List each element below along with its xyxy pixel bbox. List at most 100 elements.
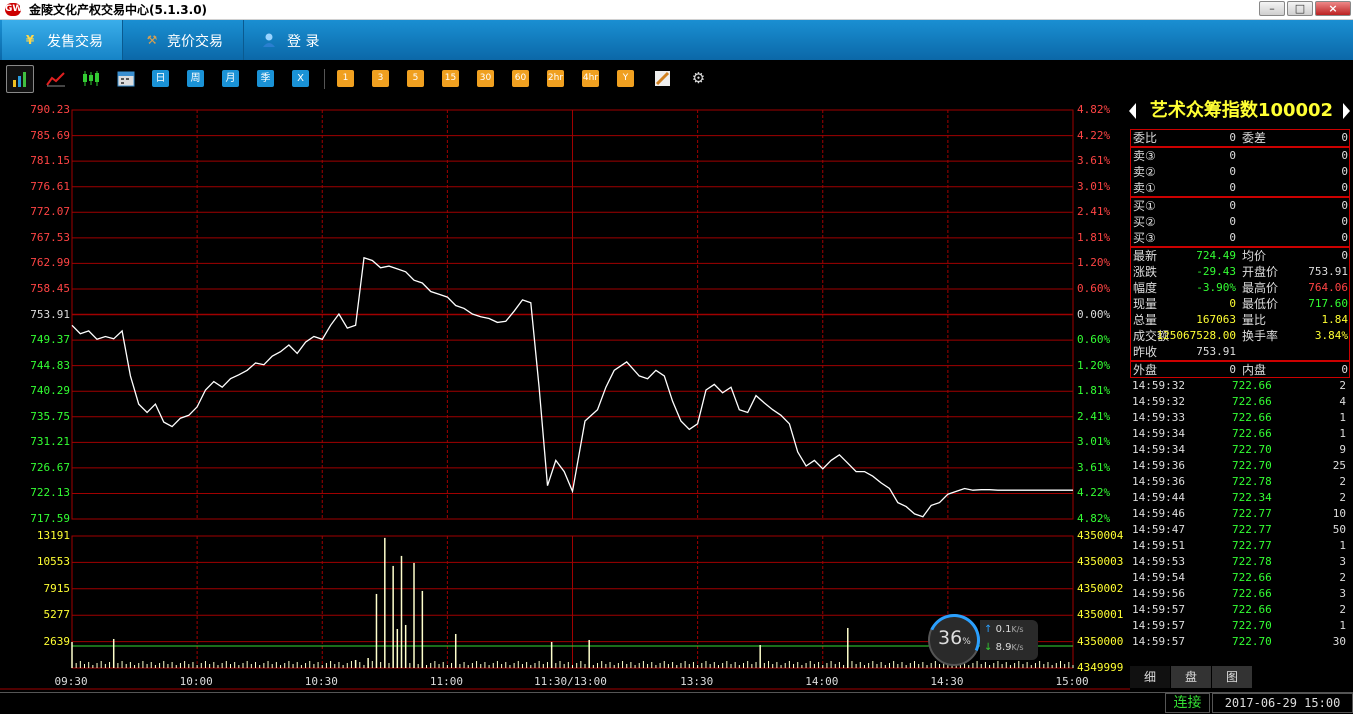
draw-pencil-icon[interactable] [654,70,671,87]
tick-volume: 50 [1332,523,1346,536]
download-rate: ↓ 8.9K/s [984,642,1024,653]
bid-row: 买① 0 0 [1131,198,1351,214]
network-speed-widget[interactable]: ↑ 0.1K/s ↓ 8.9K/s 36% [920,606,1048,674]
tick-row: 14:59:47 722.77 50 [1130,522,1350,538]
hour-2-button[interactable]: 2hr [547,70,564,87]
tick-price: 722.66 [1232,603,1272,616]
window-title: 金陵文化产权交易中心(5.1.3.0) [29,3,208,17]
up-arrow-icon: ↑ [984,624,993,635]
status-bar: 连接 2017-06-29 15:00 [0,692,1353,714]
stat-row: 现量 0 最低价 717.60 [1131,296,1351,312]
tick-volume: 30 [1332,635,1346,648]
gavel-icon: ⚒ [146,33,158,47]
tick-volume: 2 [1339,603,1346,616]
stat-label: 均价 [1242,249,1267,263]
tick-volume: 2 [1339,379,1346,392]
tick-price: 722.70 [1232,443,1272,456]
tick-price: 722.66 [1232,587,1272,600]
line-chart-icon[interactable] [46,70,66,87]
volume-tick-label: 5277 [43,608,71,622]
period-quarter-button[interactable]: 季 [257,70,274,87]
hour-4-button[interactable]: 4hr [582,70,599,87]
price-tick-label: 726.67 [30,460,70,474]
volume-right-tick-label: 4350000 [1077,634,1124,648]
price-frame [71,109,1074,520]
stat-value: 753.91 [1196,345,1236,358]
tick-row: 14:59:34 722.70 9 [1130,442,1350,458]
minute-5-button[interactable]: 5 [407,70,424,87]
tick-volume: 9 [1339,443,1346,456]
period-x-button[interactable]: X [292,70,309,87]
minute-3-button[interactable]: 3 [372,70,389,87]
maximize-button[interactable]: □ [1287,1,1313,16]
tab-login[interactable]: 登 录 [245,20,345,60]
tab-sale-trading[interactable]: ¥ 发售交易 [2,20,123,60]
tick-time: 14:59:57 [1132,619,1185,632]
tick-row: 14:59:51 722.77 1 [1130,538,1350,554]
percent-tick-label: 3.01% [1077,435,1111,449]
title-bar: GW 金陵文化产权交易中心(5.1.3.0) – □ × [0,0,1353,20]
tick-row: 14:59:32 722.66 4 [1130,394,1350,410]
price-tick-label: 781.15 [30,154,70,168]
tick-price: 722.34 [1232,491,1272,504]
tick-time: 14:59:44 [1132,491,1185,504]
tick-price: 722.70 [1232,459,1272,472]
stat-value: 0 [1341,249,1348,262]
tick-time: 14:59:36 [1132,459,1185,472]
stat-value: -29.43 [1196,265,1236,278]
candlestick-icon[interactable] [81,70,101,87]
volume-tick-label: 10553 [36,555,70,569]
bid-volume: 0 [1341,215,1348,228]
stat-label: 开盘价 [1242,265,1279,279]
tick-time: 14:59:33 [1132,411,1185,424]
tab-auction-trading[interactable]: ⚒ 竞价交易 [124,20,244,60]
price-tick-label: 717.59 [30,512,70,525]
price-tick-label: 758.45 [30,281,70,295]
tick-row: 14:59:57 722.70 30 [1130,634,1350,650]
ask-label: 卖③ [1133,149,1156,163]
tick-volume: 1 [1339,619,1346,632]
period-day-button[interactable]: 日 [152,70,169,87]
price-tick-label: 785.69 [30,128,70,142]
calendar-icon[interactable] [117,70,135,87]
price-tick-label: 762.99 [30,256,70,270]
minimize-button[interactable]: – [1259,1,1285,16]
tick-time: 14:59:36 [1132,475,1185,488]
wei-ratio-value: 0 [1229,131,1236,144]
tick-volume: 3 [1339,587,1346,600]
time-tick-label: 11:30/13:00 [534,675,607,688]
tick-price: 722.66 [1232,411,1272,424]
minute-60-button[interactable]: 60 [512,70,529,87]
period-month-button[interactable]: 月 [222,70,239,87]
tick-price: 722.78 [1232,555,1272,568]
tab-chart[interactable]: 图 [1212,666,1253,688]
stat-value: 125067528.00 [1156,329,1236,342]
ask-volume: 0 [1341,181,1348,194]
tab-book[interactable]: 盘 [1171,666,1212,688]
intraday-chart-icon[interactable] [6,65,34,93]
tick-time: 14:59:34 [1132,443,1185,456]
minute-15-button[interactable]: 15 [442,70,459,87]
tick-time: 14:59:46 [1132,507,1185,520]
tick-time: 14:59:34 [1132,427,1185,440]
tick-volume: 25 [1332,459,1346,472]
tab-label: 竞价交易 [167,34,223,50]
percent-tick-label: 4.82% [1077,103,1111,116]
settings-gear-icon[interactable]: ⚙ [690,70,707,87]
percent-tick-label: 3.01% [1077,179,1111,193]
percent-tick-label: 3.61% [1077,460,1111,474]
wei-diff-value: 0 [1341,131,1348,144]
year-button[interactable]: Y [617,70,634,87]
close-button[interactable]: × [1315,1,1351,16]
tick-price: 722.66 [1232,427,1272,440]
minute-30-button[interactable]: 30 [477,70,494,87]
tab-detail[interactable]: 细 [1130,666,1171,688]
period-week-button[interactable]: 周 [187,70,204,87]
next-symbol-arrow-icon[interactable] [1343,103,1350,119]
down-arrow-icon: ↓ [984,642,993,653]
price-tick-label: 749.37 [30,333,70,347]
bid-price: 0 [1229,215,1236,228]
minute-1-button[interactable]: 1 [337,70,354,87]
tick-row: 14:59:57 722.70 1 [1130,618,1350,634]
tick-time: 14:59:57 [1132,635,1185,648]
